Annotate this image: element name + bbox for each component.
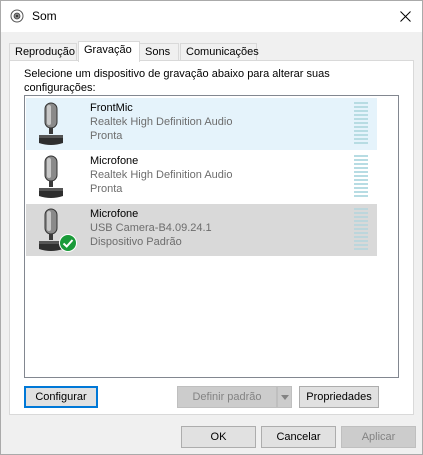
instructions-text: Selecione um dispositivo de gravação aba…	[24, 68, 330, 94]
microphone-icon	[39, 155, 63, 198]
default-check-icon	[59, 234, 77, 252]
device-item-microfone-usb[interactable]: Microfone USB Camera-B4.09.24.1 Disposit…	[26, 204, 377, 256]
set-default-button[interactable]: Definir padrão	[177, 386, 277, 408]
tab-label: Reprodução	[15, 46, 75, 58]
device-name: FrontMic	[90, 102, 133, 114]
device-status: Pronta	[90, 130, 123, 142]
tab-label: Gravação	[84, 44, 132, 56]
ok-button[interactable]: OK	[181, 426, 256, 448]
tab-gravacao[interactable]: Gravação	[78, 41, 140, 62]
cancel-button[interactable]: Cancelar	[261, 426, 336, 448]
configure-button[interactable]: Configurar	[24, 386, 98, 408]
sound-dialog: Som Reprodução Gravação Sons Comunicaçõe…	[0, 0, 423, 455]
level-meter	[354, 102, 368, 146]
tab-sons[interactable]: Sons	[139, 43, 179, 61]
device-status: Dispositivo Padrão	[90, 236, 182, 248]
device-name: Microfone	[90, 155, 139, 167]
tab-reproducao[interactable]: Reprodução	[9, 43, 77, 61]
speaker-icon	[10, 9, 24, 23]
device-driver: Realtek High Definition Audio	[90, 169, 233, 181]
device-item-frontmic[interactable]: FrontMic Realtek High Definition Audio P…	[26, 98, 377, 150]
device-name: Microfone	[90, 208, 139, 220]
device-driver: Realtek High Definition Audio	[90, 116, 233, 128]
chevron-down-icon	[280, 394, 289, 400]
properties-button[interactable]: Propriedades	[299, 386, 379, 408]
device-driver: USB Camera-B4.09.24.1	[90, 222, 212, 234]
close-button[interactable]	[388, 1, 422, 31]
apply-button[interactable]: Aplicar	[341, 426, 416, 448]
window-title: Som	[32, 9, 57, 23]
tab-panel: Selecione um dispositivo de gravação aba…	[9, 60, 414, 415]
close-icon	[399, 10, 411, 22]
device-status: Pronta	[90, 183, 123, 195]
title-bar[interactable]: Som	[1, 1, 422, 32]
tab-comunicacoes[interactable]: Comunicações	[180, 43, 259, 61]
device-item-microfone-realtek[interactable]: Microfone Realtek High Definition Audio …	[26, 151, 377, 203]
microphone-icon	[39, 102, 63, 145]
set-default-dropdown[interactable]	[277, 386, 292, 408]
level-meter	[354, 208, 368, 252]
device-list[interactable]: FrontMic Realtek High Definition Audio P…	[24, 95, 399, 378]
tab-label: Sons	[145, 46, 171, 58]
level-meter	[354, 155, 368, 199]
tab-label: Comunicações	[186, 46, 259, 58]
